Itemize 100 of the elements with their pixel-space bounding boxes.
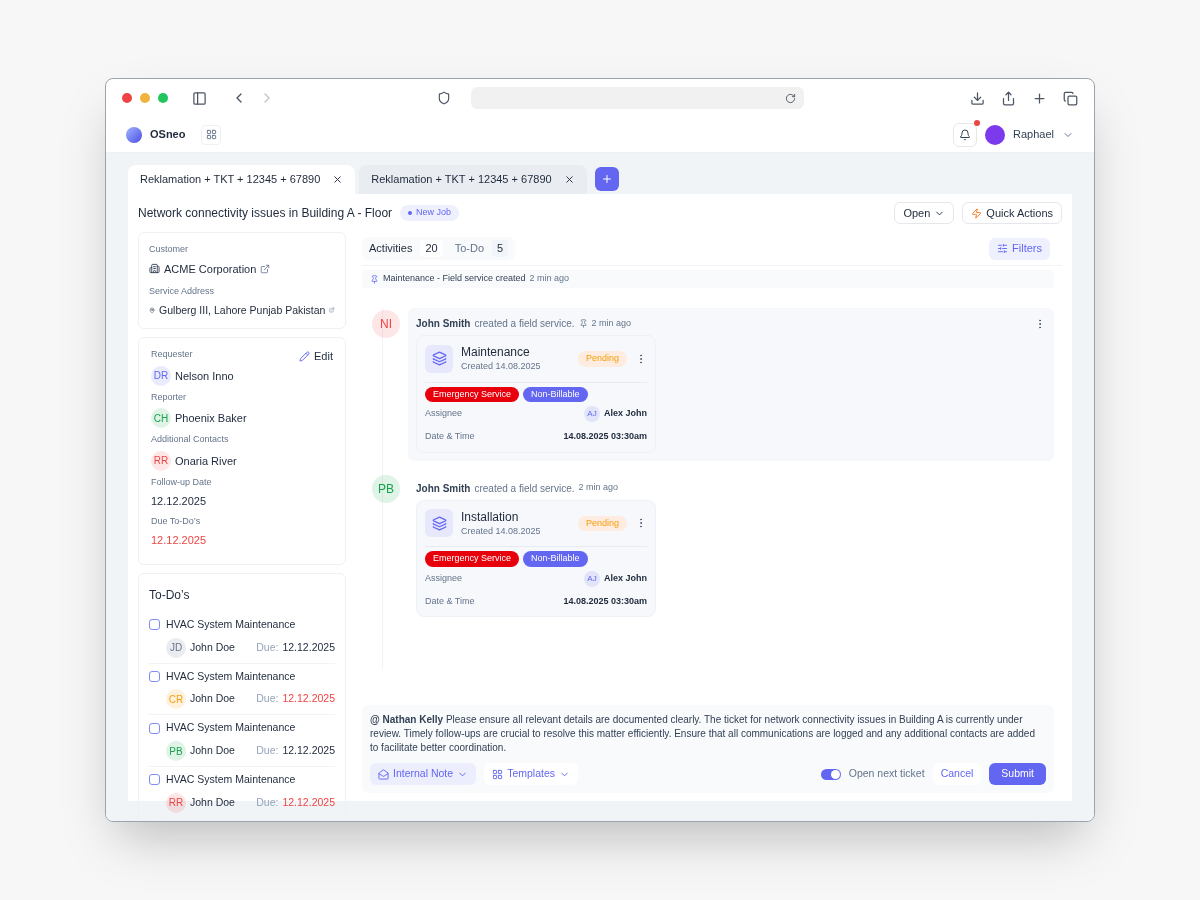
ticket-tab[interactable]: Reklamation + TKT + 12345 + 67890: [359, 165, 587, 194]
pinned-text: Maintenance - Field service created: [383, 272, 526, 286]
layers-icon: [425, 509, 453, 538]
tag: Emergency Service: [425, 386, 520, 402]
user-name[interactable]: Raphael: [1013, 126, 1054, 143]
grid-icon: [492, 768, 504, 780]
activity-action: created a field service.: [474, 317, 575, 331]
sidebar-icon[interactable]: [192, 90, 207, 106]
pinned-time: 2 min ago: [529, 272, 570, 286]
ticket-tab[interactable]: Reklamation + TKT + 12345 + 67890: [128, 165, 356, 194]
activity-time: 2 min ago: [578, 481, 619, 495]
todo-checkbox[interactable]: [149, 670, 160, 682]
field-label: Reporter: [151, 390, 186, 404]
avatar-initials: AJ: [584, 570, 600, 587]
activity-author: John Smith: [416, 317, 471, 331]
avatar-initials: RR: [166, 792, 186, 813]
tag: Non-Billable: [523, 386, 588, 402]
todo-checkbox[interactable]: [149, 774, 160, 786]
pencil-icon: [299, 351, 311, 362]
field-label: Date & Time: [425, 430, 475, 443]
due-label: Due:: [256, 691, 279, 707]
quick-actions-button[interactable]: Quick Actions: [962, 202, 1062, 224]
apps-icon[interactable]: [201, 124, 222, 145]
avatar-initials: CH: [151, 408, 171, 429]
user-avatar[interactable]: [985, 124, 1005, 145]
avatar-initials: JD: [166, 637, 186, 658]
reload-icon[interactable]: [785, 92, 796, 104]
todo-title: HVAC System Maintenance: [166, 720, 296, 736]
brand-name: OSneo: [150, 127, 186, 143]
activity-tab[interactable]: To-Do 5: [450, 240, 513, 257]
date-time: 14.08.2025 03:30am: [563, 430, 647, 443]
lightning-icon: [971, 207, 983, 219]
plus-icon: [600, 173, 613, 185]
contact-name: Phoenix Baker: [175, 411, 247, 426]
close-icon[interactable]: [332, 174, 344, 185]
status-badge: Pending: [577, 515, 627, 531]
avatar-initials: PB: [166, 741, 186, 761]
due-label: Due:: [256, 794, 279, 810]
layers-icon: [425, 344, 453, 373]
due-date: 12.12.2025: [282, 743, 335, 759]
building-icon: [149, 263, 160, 275]
bell-icon: [959, 128, 971, 141]
status-dropdown[interactable]: Open: [894, 202, 955, 224]
activity-action: created a field service.: [474, 481, 575, 496]
activity-tab[interactable]: Activities 20: [365, 240, 447, 257]
due-date: 12.12.2025: [282, 691, 335, 707]
envelope-icon: [378, 768, 389, 780]
due-label: Due:: [256, 639, 279, 655]
todo-title: HVAC System Maintenance: [166, 616, 296, 632]
avatar-initials: NI: [372, 310, 400, 338]
shield-icon[interactable]: [437, 91, 451, 105]
todo-checkbox[interactable]: [149, 619, 160, 631]
date-value: 12.12.2025: [151, 533, 207, 549]
assignee-name: Alex John: [604, 571, 647, 585]
new-tab-icon[interactable]: [1032, 90, 1047, 106]
pin-icon: [370, 274, 379, 284]
todo-title: HVAC System Maintenance: [166, 668, 296, 684]
activity-time: 2 min ago: [591, 316, 632, 330]
download-icon[interactable]: [970, 90, 985, 106]
avatar-initials: RR: [151, 450, 171, 471]
notification-button[interactable]: [953, 122, 977, 147]
filter-icon: [997, 243, 1009, 254]
due-date: 12.12.2025: [282, 794, 335, 810]
external-link-icon[interactable]: [260, 263, 271, 274]
share-icon[interactable]: [1001, 90, 1016, 106]
todo-checkbox[interactable]: [149, 722, 160, 734]
service-created: Created 14.08.2025: [461, 524, 542, 538]
due-date: 12.12.2025: [282, 639, 335, 655]
contact-name: Onaria River: [175, 453, 237, 469]
edit-button[interactable]: Edit: [299, 348, 333, 365]
assignee-name: Alex John: [604, 407, 647, 421]
field-label: Requester: [151, 348, 193, 362]
field-label: Customer: [149, 243, 189, 256]
toggle-label: Open next ticket: [848, 766, 925, 782]
service-address[interactable]: Gulberg III, Lahore Punjab Pakistan: [159, 302, 326, 319]
avatar-initials: AJ: [584, 406, 600, 422]
field-label: Follow-up Date: [151, 475, 212, 489]
logo-icon: [126, 126, 142, 143]
date-time: 14.08.2025 03:30am: [563, 594, 647, 608]
new-job-badge: New Job: [400, 205, 460, 221]
tabs-icon[interactable]: [1063, 90, 1078, 106]
todos-title: To-Do’s: [149, 586, 191, 604]
service-title: Maintenance: [461, 344, 531, 360]
filters-button[interactable]: Filters: [989, 237, 1050, 260]
activity-author: John Smith: [416, 481, 471, 496]
field-label: Additional Contacts: [151, 433, 229, 447]
comment-text[interactable]: @ Nathan Kelly Please ensure all relevant details are documented clearly. The ticket for network connectivity issues in Building A is currently under review. Timely follow-ups are crucial to resolve this matter efficiently. Ensure that all communications are logged and any additional contacts are added to facilitate better coordination.: [370, 713, 1046, 755]
note-type-dropdown[interactable]: Internal Note: [370, 763, 477, 785]
assignee-name: John Doe: [190, 691, 235, 707]
toggle-switch[interactable]: [820, 768, 841, 780]
submit-button[interactable]: Submit: [989, 763, 1046, 785]
field-label: Assignee: [425, 407, 463, 421]
avatar-initials: CR: [166, 689, 186, 710]
add-tab-button[interactable]: [594, 167, 619, 191]
close-icon[interactable]: [563, 174, 575, 185]
templates-dropdown[interactable]: Templates: [484, 763, 578, 785]
cancel-button[interactable]: Cancel: [932, 763, 982, 785]
map-pin-icon: [149, 304, 156, 316]
tag: Emergency Service: [425, 551, 520, 567]
customer-name[interactable]: ACME Corporation: [164, 260, 257, 277]
